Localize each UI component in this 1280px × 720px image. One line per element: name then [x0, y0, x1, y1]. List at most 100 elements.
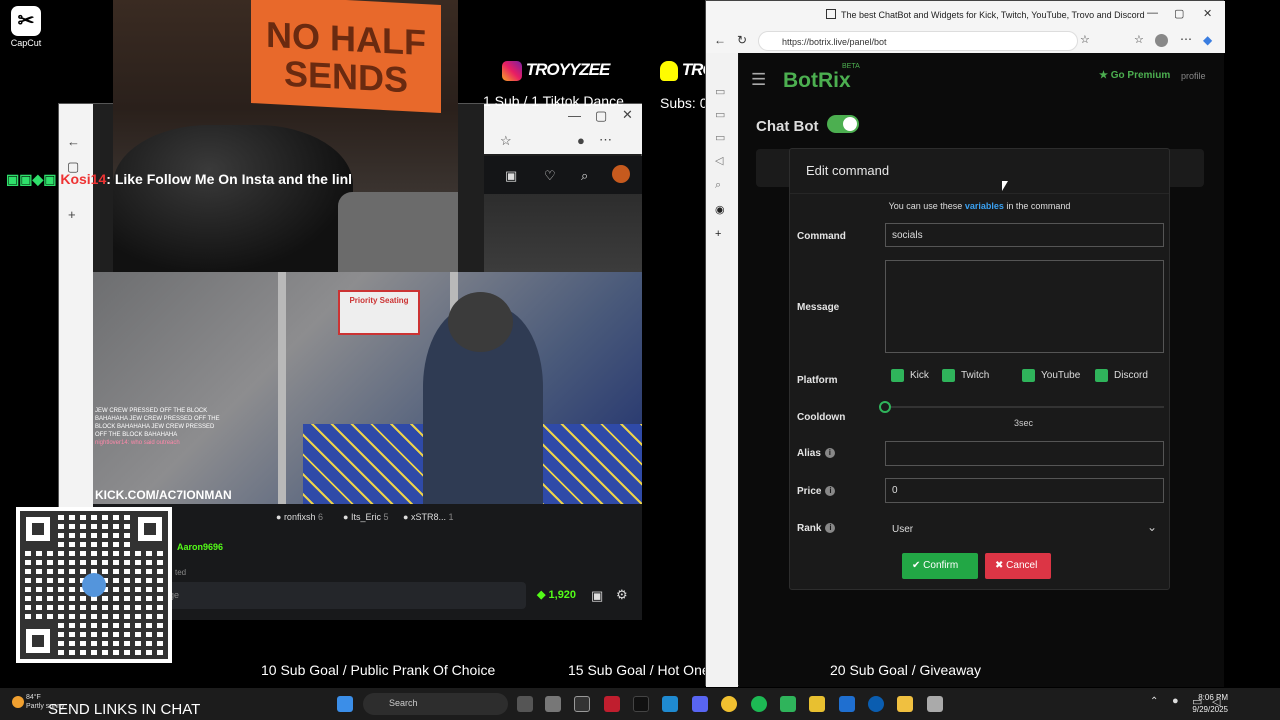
command-label: Command [797, 231, 846, 242]
platform-youtube-checkbox[interactable]: YouTube [1022, 369, 1080, 382]
store-icon[interactable] [927, 696, 943, 712]
platform-kick-checkbox[interactable]: Kick [891, 369, 929, 382]
message-label: Message [797, 302, 840, 313]
tiktok-icon[interactable] [633, 696, 649, 712]
discord-icon[interactable] [692, 696, 708, 712]
follow-alert: ▣▣◆▣ Kosi14: Like Follow Me On Insta and… [6, 171, 352, 188]
tab-title: The best ChatBot and Widgets for Kick, T… [841, 10, 1145, 20]
stream-url-text: KICK.COM/AC7IONMAN [95, 488, 232, 502]
chevron-down-icon: ⌄ [1146, 520, 1157, 534]
back-icon[interactable]: ← [714, 33, 726, 47]
gift-icon[interactable]: ▣ [505, 168, 517, 184]
stream-video[interactable]: Priority Seating JEW CREW PRESSED OFF TH… [93, 272, 642, 504]
chatbot-toggle[interactable] [827, 115, 859, 133]
alias-input[interactable] [885, 441, 1164, 466]
maximize-icon[interactable]: ▢ [1174, 7, 1184, 20]
windows-start-icon[interactable] [337, 696, 353, 712]
hamburger-icon[interactable]: ☰ [751, 70, 766, 90]
sidebar-icon[interactable]: ▭ [715, 108, 725, 121]
file-explorer-icon[interactable] [897, 696, 913, 712]
go-premium-link[interactable]: ★ Go Premium [1099, 70, 1170, 81]
profile-icon[interactable]: ● [577, 133, 585, 148]
info-icon[interactable]: i [825, 486, 836, 496]
tray-chevron-icon[interactable]: ⌃ [1150, 696, 1158, 707]
gift-icon[interactable]: ▣ [591, 588, 603, 604]
edge-icon[interactable] [662, 696, 678, 712]
url-field[interactable]: https://botrix.live/panel/bot [758, 31, 1078, 51]
sidebar-icon[interactable]: ▭ [715, 131, 725, 144]
info-icon[interactable]: i [824, 448, 835, 458]
platform-discord-checkbox[interactable]: Discord [1095, 369, 1148, 382]
menu-icon[interactable]: ⋯ [1180, 32, 1192, 46]
chat-username[interactable]: Aaron9696 [177, 542, 223, 552]
minimize-icon[interactable]: — [1147, 7, 1158, 19]
streamer-head [448, 292, 513, 352]
instagram-tag: TROYYZEE [502, 60, 610, 81]
profile-icon[interactable] [1155, 34, 1168, 47]
train-seat [533, 424, 642, 504]
cooldown-value: 3sec [1014, 418, 1034, 428]
speaker-icon[interactable]: ◁ [715, 154, 723, 167]
add-icon[interactable]: + [68, 207, 76, 222]
minimize-icon[interactable]: — [568, 108, 581, 123]
taskbar-clock[interactable]: 8:06 PM 9/29/2025 [1192, 692, 1228, 716]
notes-icon[interactable] [809, 696, 825, 712]
platform-twitch-checkbox[interactable]: Twitch [942, 369, 989, 382]
message-textarea[interactable] [885, 260, 1164, 353]
maximize-icon[interactable]: ▢ [595, 108, 607, 124]
checkbox-checked-icon [1095, 369, 1108, 382]
extension-icon[interactable]: ◉ [715, 203, 725, 216]
browser-toolbar: — ▢ ✕ ☆ ● ⋯ [484, 104, 642, 154]
app-icon[interactable] [604, 696, 620, 712]
alert-badges-icon: ▣▣◆▣ [6, 171, 57, 187]
spotify-icon[interactable] [751, 696, 767, 712]
gear-icon[interactable]: ⚙ [616, 587, 628, 603]
app-icon[interactable] [780, 696, 796, 712]
task-view-icon[interactable] [517, 696, 533, 712]
platform-label: Platform [797, 375, 838, 386]
add-icon[interactable]: + [715, 228, 721, 240]
settings-icon[interactable] [545, 696, 561, 712]
command-input[interactable] [885, 223, 1164, 247]
terminal-icon[interactable] [574, 696, 590, 712]
price-input[interactable] [885, 478, 1164, 503]
copilot-icon[interactable]: ◆ [1203, 33, 1212, 47]
heart-icon[interactable]: ♡ [544, 168, 556, 184]
cooldown-label: Cooldown [797, 412, 846, 423]
botrix-logo[interactable]: BotRix [783, 69, 851, 93]
address-bar-row: ← ↻ https://botrix.live/panel/bot ☆ ☆ ⋯ … [706, 29, 1225, 53]
chat-input[interactable]: ge [159, 582, 526, 609]
back-icon[interactable]: ← [67, 134, 80, 149]
rank-select[interactable]: User ⌄ [885, 516, 1164, 541]
close-icon[interactable]: ✕ [622, 107, 633, 123]
avatar[interactable] [612, 165, 630, 183]
chrome-icon[interactable] [721, 696, 737, 712]
variables-link[interactable]: variables [965, 201, 1004, 211]
sidebar-icon[interactable]: ▭ [715, 85, 725, 98]
mic-icon[interactable]: ● [1172, 695, 1179, 707]
cancel-button[interactable]: ✖ Cancel [985, 553, 1051, 579]
close-icon[interactable]: ✕ [1203, 7, 1212, 20]
menu-icon[interactable]: ⋯ [599, 132, 612, 148]
hp-icon[interactable] [868, 696, 884, 712]
viewer-badge: ● xSTR8... 1 [403, 512, 454, 522]
cooldown-slider-handle[interactable] [879, 401, 891, 413]
checkbox-checked-icon [942, 369, 955, 382]
confirm-button[interactable]: ✔ Confirm [902, 553, 978, 579]
search-icon[interactable]: ⌕ [715, 179, 721, 192]
refresh-icon[interactable]: ↻ [737, 33, 747, 47]
info-icon[interactable]: i [825, 523, 836, 533]
cooldown-slider-track[interactable] [885, 406, 1164, 408]
favorites-icon[interactable]: ☆ [1134, 33, 1144, 46]
kick-coins[interactable]: ◆ 1,920 [537, 588, 576, 601]
search-icon[interactable]: ⌕ [581, 168, 588, 184]
taskbar-search[interactable]: Search [363, 693, 508, 715]
favorite-icon[interactable]: ☆ [1080, 33, 1090, 46]
capcut-desktop-icon[interactable]: ✂ CapCut [8, 6, 44, 48]
snapchat-icon [660, 60, 678, 81]
outlook-icon[interactable] [839, 696, 855, 712]
favorite-icon[interactable]: ☆ [500, 133, 512, 149]
kick-navbar: ▣ ♡ ⌕ [484, 156, 642, 194]
modal-divider [790, 193, 1169, 194]
profile-link[interactable]: profile [1181, 71, 1206, 81]
